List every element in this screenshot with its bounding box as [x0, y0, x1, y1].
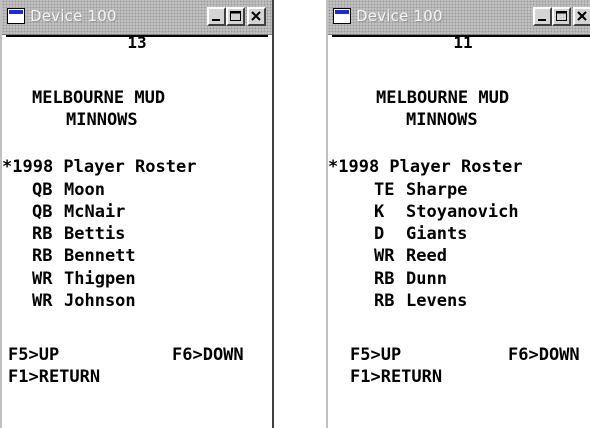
player-position: D — [374, 224, 385, 244]
player-name: Sharpe — [406, 180, 468, 200]
team-name-line1: MELBOURNE MUD — [376, 88, 510, 108]
close-icon — [577, 11, 587, 21]
player-position: WR — [32, 269, 53, 289]
player-name: Reed — [406, 246, 447, 266]
key-hint-up: F5>UP — [350, 345, 402, 365]
player-position: QB — [32, 180, 53, 200]
maximize-icon — [556, 11, 567, 21]
player-position: K — [374, 202, 385, 222]
team-name-line1: MELBOURNE MUD — [32, 88, 166, 108]
player-name: McNair — [64, 202, 126, 222]
player-name: Giants — [406, 224, 468, 244]
player-position: RB — [32, 224, 53, 244]
window-title: Device 100 — [356, 7, 443, 25]
device-window-2: Device 100 11 MELBOURNE MUD MINNOWS *199… — [326, 0, 590, 428]
minimize-button[interactable] — [207, 7, 226, 26]
key-hint-up: F5>UP — [8, 345, 60, 365]
page-number: 13 — [6, 35, 268, 51]
player-position: TE — [374, 180, 395, 200]
key-hint-return: F1>RETURN — [350, 367, 443, 387]
player-name: Levens — [406, 291, 468, 311]
roster-header: *1998 Player Roster — [2, 157, 197, 177]
player-position: RB — [374, 291, 395, 311]
minimize-button[interactable] — [533, 7, 552, 26]
player-name: Thigpen — [64, 269, 136, 289]
player-name: Moon — [64, 180, 105, 200]
player-position: RB — [374, 269, 395, 289]
close-button[interactable] — [573, 7, 590, 26]
player-name: Dunn — [406, 269, 447, 289]
page-number-text: 13 — [124, 35, 150, 51]
window-app-icon[interactable] — [7, 8, 25, 24]
team-name-line2: MINNOWS — [66, 110, 138, 130]
player-position: WR — [32, 291, 53, 311]
key-hint-return: F1>RETURN — [8, 367, 101, 387]
minimize-icon — [538, 19, 546, 21]
page-number-text: 11 — [450, 35, 476, 51]
window-title: Device 100 — [30, 7, 117, 25]
key-hint-down: F6>DOWN — [508, 345, 580, 365]
device-window-1: Device 100 13 MELBOURNE MUD MINNOWS *199… — [0, 0, 274, 428]
title-bar[interactable]: Device 100 — [2, 0, 272, 35]
player-name: Stoyanovich — [406, 202, 519, 222]
player-name: Bettis — [64, 224, 126, 244]
maximize-icon — [230, 11, 241, 21]
window-app-icon[interactable] — [333, 8, 351, 24]
title-bar[interactable]: Device 100 — [328, 0, 590, 35]
close-button[interactable] — [247, 7, 266, 26]
maximize-button[interactable] — [552, 7, 571, 26]
terminal-screen: 11 MELBOURNE MUD MINNOWS *1998 Player Ro… — [328, 35, 590, 428]
close-icon — [251, 11, 261, 21]
maximize-button[interactable] — [226, 7, 245, 26]
terminal-screen: 13 MELBOURNE MUD MINNOWS *1998 Player Ro… — [2, 35, 272, 428]
key-hint-down: F6>DOWN — [172, 345, 244, 365]
player-position: QB — [32, 202, 53, 222]
player-position: WR — [374, 246, 395, 266]
minimize-icon — [212, 19, 220, 21]
player-position: RB — [32, 246, 53, 266]
team-name-line2: MINNOWS — [406, 110, 478, 130]
player-name: Bennett — [64, 246, 136, 266]
player-name: Johnson — [64, 291, 136, 311]
roster-header: *1998 Player Roster — [328, 157, 523, 177]
page-number: 11 — [332, 35, 590, 51]
